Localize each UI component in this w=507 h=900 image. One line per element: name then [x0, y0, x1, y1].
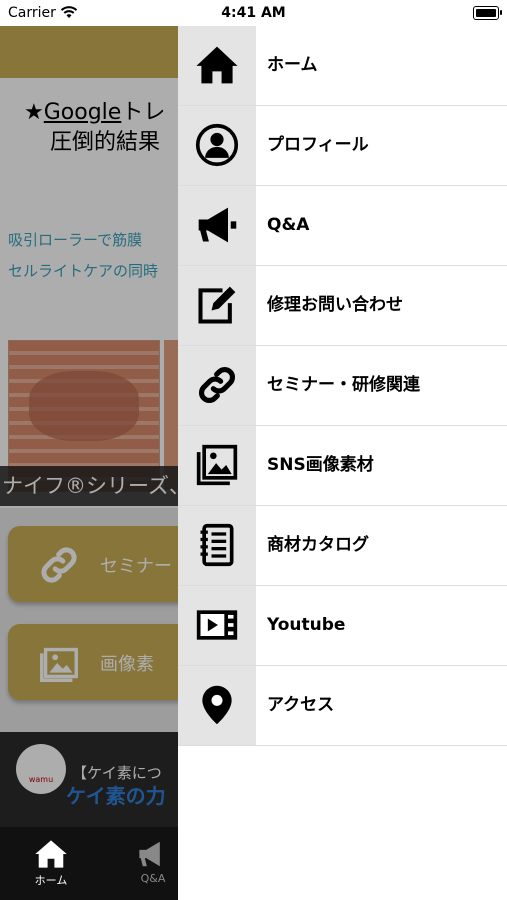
menu-item-qa[interactable]: Q&A [178, 186, 507, 266]
menu-item-label: 商材カタログ [267, 535, 369, 555]
menu-item-repair-inquiry[interactable]: 修理お問い合わせ [178, 266, 507, 346]
menu-item-seminar[interactable]: セミナー・研修関連 [178, 346, 507, 426]
status-time: 4:41 AM [221, 5, 286, 21]
menu-item-label: SNS画像素材 [267, 455, 374, 475]
menu-item-label: Youtube [267, 615, 346, 635]
images-icon [196, 444, 238, 486]
menu-item-label: アクセス [267, 695, 335, 715]
megaphone-icon [198, 207, 237, 243]
menu-item-catalog[interactable]: 商材カタログ [178, 506, 507, 586]
link-icon [198, 366, 236, 404]
menu-item-home[interactable]: ホーム [178, 26, 507, 106]
edit-icon [198, 286, 236, 324]
tab-home[interactable]: ホーム [16, 827, 86, 900]
tab-home-label: ホーム [34, 874, 68, 887]
map-pin-icon [202, 685, 232, 725]
side-drawer: ホーム プロフィール Q&A 修理お問い合わせ セミナー・研修関連 SNS画像素… [178, 26, 507, 900]
menu-item-profile[interactable]: プロフィール [178, 106, 507, 186]
menu-item-label: 修理お問い合わせ [267, 295, 403, 315]
menu-item-access[interactable]: アクセス [178, 666, 507, 746]
video-icon [196, 610, 238, 640]
status-bar: Carrier 4:41 AM [0, 0, 507, 26]
menu-item-youtube[interactable]: Youtube [178, 586, 507, 666]
menu-item-label: ホーム [267, 55, 318, 75]
menu-item-label: セミナー・研修関連 [267, 375, 420, 395]
menu-item-label: プロフィール [267, 135, 369, 155]
battery-icon [473, 6, 502, 20]
megaphone-icon [139, 841, 160, 867]
profile-icon [195, 123, 239, 167]
notebook-icon [200, 523, 234, 567]
home-icon [196, 46, 238, 84]
menu-item-label: Q&A [267, 215, 310, 235]
menu-item-sns-images[interactable]: SNS画像素材 [178, 426, 507, 506]
home-icon [35, 840, 67, 868]
